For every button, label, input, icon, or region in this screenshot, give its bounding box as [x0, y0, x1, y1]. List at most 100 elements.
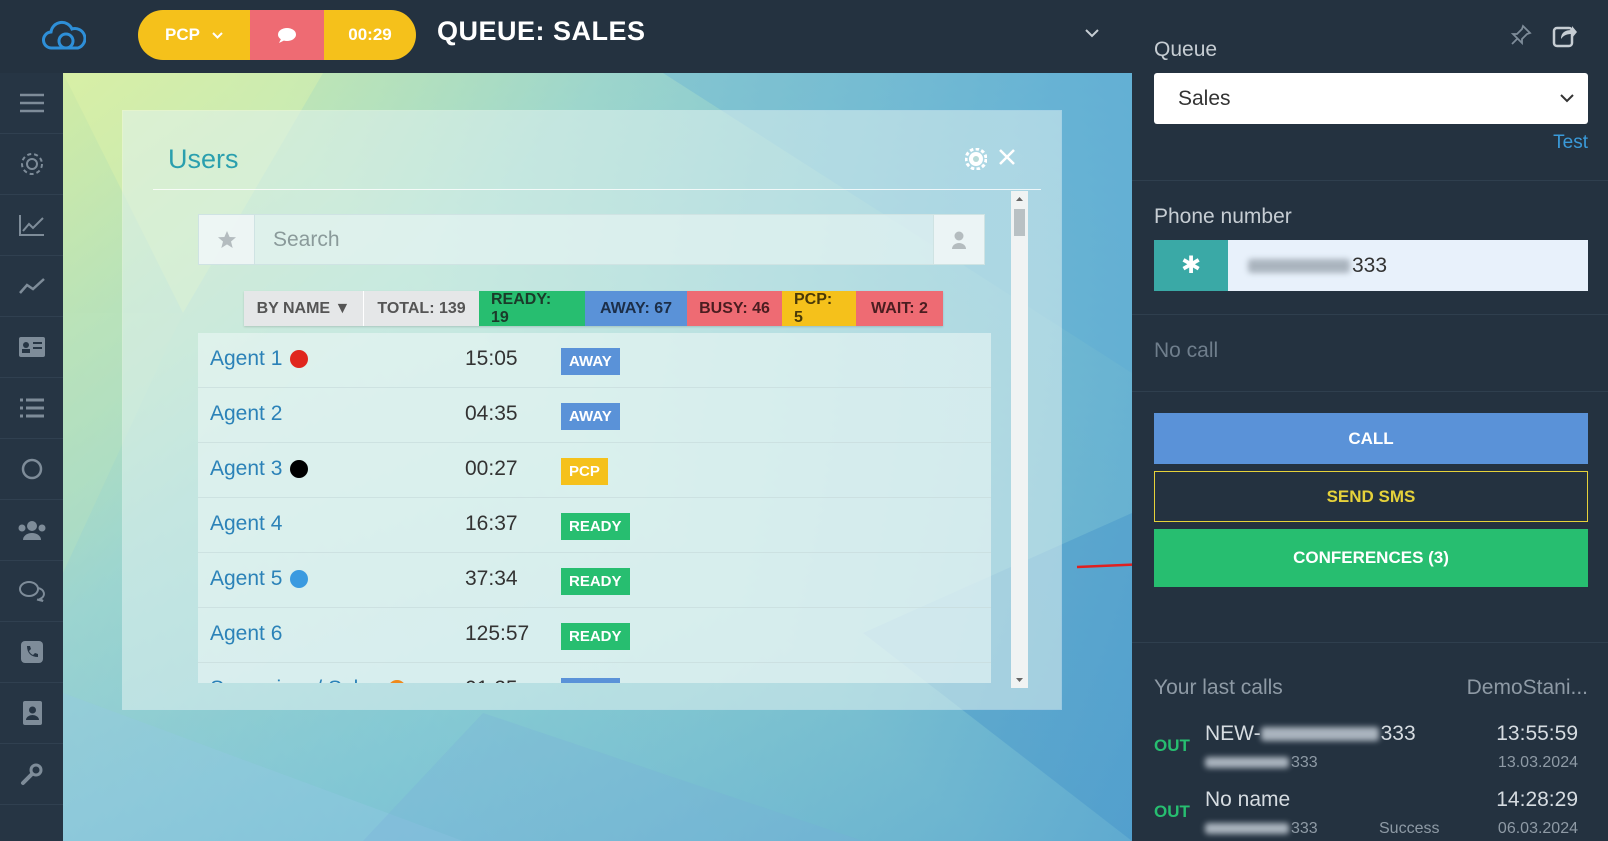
agent-name[interactable]: Agent 1: [210, 347, 309, 371]
sidebar-item-users[interactable]: [0, 500, 63, 561]
menu-button[interactable]: [0, 73, 63, 134]
sidebar-item-tools[interactable]: [0, 744, 63, 805]
last-call-item[interactable]: OUT NEW- 333 333 13:55:59 13.03.2024: [1154, 722, 1588, 782]
share-icon[interactable]: [1552, 22, 1578, 48]
sidebar-item-chat[interactable]: [0, 561, 63, 622]
agent-status-time: 04:35: [465, 402, 518, 425]
call-button[interactable]: CALL: [1154, 413, 1588, 464]
divider: [1132, 391, 1608, 392]
agent-name[interactable]: Agent 6: [210, 622, 282, 646]
dialpad-button[interactable]: ✱: [1154, 240, 1228, 291]
scroll-down-icon[interactable]: [1011, 674, 1028, 686]
filter-pcp[interactable]: PCP: 5: [782, 291, 856, 326]
users-panel-title: Users: [168, 144, 239, 174]
close-icon[interactable]: [997, 147, 1017, 167]
agent-row[interactable]: Agent 1 15:05 AWAY: [198, 333, 991, 388]
filter-away[interactable]: AWAY: 67: [585, 291, 687, 326]
agent-row[interactable]: Agent 4 16:37 READY: [198, 498, 991, 553]
agent-row[interactable]: Supervisor / Sales 01:25 AWAY: [198, 663, 991, 683]
pin-icon[interactable]: [1510, 24, 1532, 46]
agent-name-text: Supervisor / Sales: [210, 677, 380, 683]
queue-select-value: Sales: [1178, 86, 1231, 110]
address-book-icon: [22, 701, 42, 725]
agent-status-time: 125:57: [465, 622, 530, 645]
call-name: No name: [1205, 788, 1291, 811]
filter-busy[interactable]: BUSY: 46: [687, 291, 782, 326]
agent-name[interactable]: Agent 4: [210, 512, 282, 536]
cloud-logo-icon[interactable]: [42, 20, 86, 52]
scroll-up-icon[interactable]: [1011, 193, 1028, 205]
search-box: [198, 214, 985, 265]
last-call-item[interactable]: OUT No name 333 Success 14:28:29 06.03.2…: [1154, 788, 1588, 841]
agent-status-badge: AWAY: [561, 403, 620, 430]
title-divider: [153, 189, 1041, 190]
filter-ready[interactable]: READY: 19: [479, 291, 585, 326]
users-icon: [18, 521, 45, 540]
agent-row[interactable]: Agent 6 125:57 READY: [198, 608, 991, 663]
divider: [1132, 314, 1608, 315]
agent-row[interactable]: Agent 5 37:34 READY: [198, 553, 991, 608]
agent-name[interactable]: Agent 2: [210, 402, 282, 426]
gear-icon[interactable]: [965, 148, 987, 170]
agent-status-badge: AWAY: [561, 348, 620, 375]
call-number: 333: [1205, 754, 1318, 772]
sidebar-item-trends[interactable]: [0, 256, 63, 317]
sidebar-item-settings[interactable]: [0, 134, 63, 195]
sidebar-item-list[interactable]: [0, 378, 63, 439]
chevron-down-icon: [212, 31, 223, 39]
queue-select[interactable]: Sales: [1154, 73, 1588, 124]
last-calls-label: Your last calls: [1154, 676, 1283, 699]
wrench-icon: [20, 763, 42, 785]
filter-total[interactable]: TOTAL: 139: [363, 291, 479, 326]
star-icon: [217, 231, 236, 248]
agent-list-scrollbar[interactable]: [1011, 191, 1028, 688]
call-state: No call: [1154, 339, 1219, 362]
favorites-button[interactable]: [199, 215, 255, 264]
last-calls-user[interactable]: DemoStani...: [1467, 676, 1588, 700]
sidebar-item-contacts[interactable]: [0, 317, 63, 378]
agent-name[interactable]: Supervisor / Sales: [210, 677, 407, 683]
scroll-thumb[interactable]: [1014, 209, 1025, 236]
status-dropdown[interactable]: PCP: [138, 10, 250, 60]
sidebar-item-statistics[interactable]: [0, 195, 63, 256]
agent-name[interactable]: Agent 5: [210, 567, 309, 591]
users-panel: Users BY NAME ▼ TOTAL: 139 READY: 19 AWA…: [123, 111, 1061, 709]
sort-by-name-button[interactable]: BY NAME ▼: [244, 291, 363, 326]
filter-wait[interactable]: WAIT: 2: [856, 291, 943, 326]
call-time: 14:28:29: [1496, 788, 1578, 811]
chevron-down-icon[interactable]: [1084, 28, 1100, 38]
status-filters: BY NAME ▼ TOTAL: 139 READY: 19 AWAY: 67 …: [244, 291, 943, 326]
call-date: 13.03.2024: [1497, 754, 1578, 771]
conferences-button[interactable]: CONFERENCES (3): [1154, 529, 1588, 587]
queue-title: QUEUE: SALES: [437, 16, 646, 46]
agent-status-time: 00:27: [465, 457, 518, 480]
settings-icon: [20, 153, 43, 175]
call-name-suffix: 333: [1380, 722, 1416, 745]
agent-status-time: 01:25: [465, 677, 518, 683]
send-sms-button[interactable]: SEND SMS: [1154, 471, 1588, 522]
call-name: NEW- 333: [1205, 722, 1416, 746]
agent-name-text: Agent 5: [210, 567, 283, 590]
chat-button[interactable]: [250, 10, 324, 60]
sidebar-item-status[interactable]: [0, 439, 63, 500]
agent-status-badge: READY: [561, 623, 630, 650]
agent-name[interactable]: Agent 3: [210, 457, 309, 481]
agent-name-text: Agent 6: [210, 622, 283, 645]
queue-label: Queue: [1154, 38, 1218, 61]
search-input[interactable]: [255, 215, 933, 264]
call-direction: OUT: [1154, 736, 1190, 755]
top-bar: PCP 00:29 QUEUE: SALES: [0, 0, 1132, 73]
agent-row[interactable]: Agent 2 04:35 AWAY: [198, 388, 991, 443]
presence-dot: [290, 570, 309, 588]
sidebar-item-calls[interactable]: [0, 622, 63, 683]
call-direction: OUT: [1154, 802, 1190, 821]
phone-icon: [20, 641, 43, 663]
user-filter-button[interactable]: [933, 215, 984, 264]
test-link[interactable]: Test: [1553, 132, 1588, 154]
phone-number-field[interactable]: 333: [1228, 240, 1588, 291]
list-icon: [19, 398, 44, 418]
divider: [1132, 642, 1608, 643]
agent-row[interactable]: Agent 3 00:27 PCP: [198, 443, 991, 498]
divider: [1132, 180, 1608, 181]
sidebar-item-address-book[interactable]: [0, 683, 63, 744]
